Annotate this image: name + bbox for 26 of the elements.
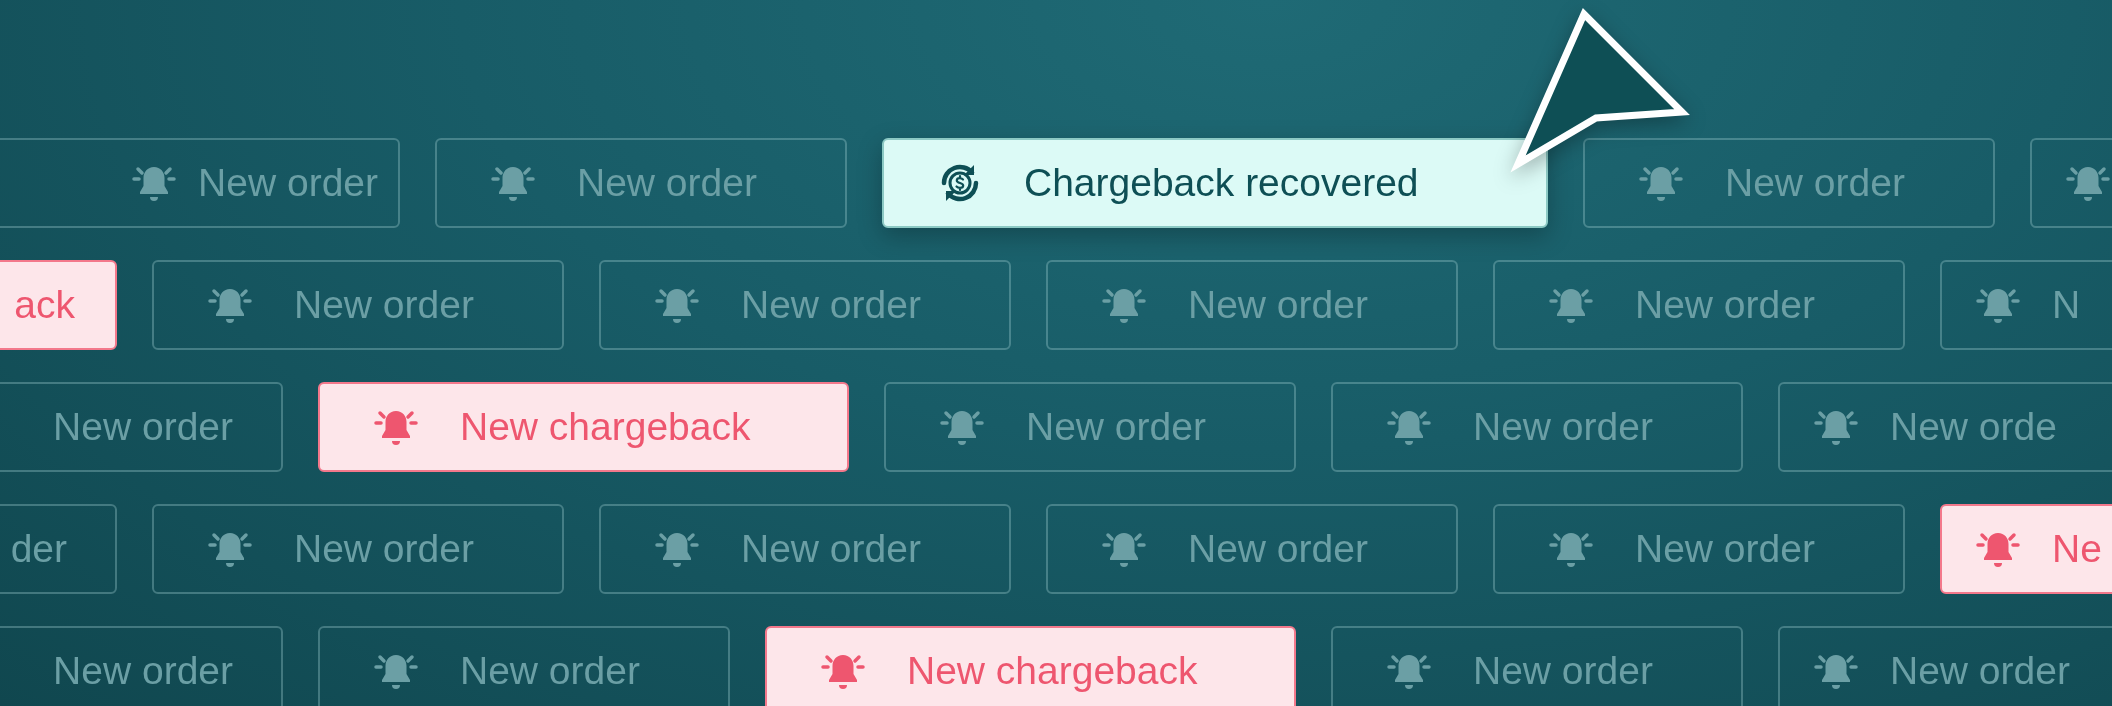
order-notification: New order — [599, 504, 1011, 594]
chargeback-notification: ack — [0, 260, 117, 350]
order-notification: New order — [599, 260, 1011, 350]
order-notification: New order — [435, 138, 847, 228]
order-notification: New order — [1778, 626, 2112, 706]
order-notification: der — [0, 504, 117, 594]
order-notification: New order — [1046, 260, 1458, 350]
order-notification: New order — [1046, 504, 1458, 594]
order-notification: New order — [152, 260, 564, 350]
order-notification: N — [1940, 260, 2112, 350]
chargeback-notification: New chargeback — [765, 626, 1296, 706]
chargeback-notification: New chargeback — [318, 382, 849, 472]
order-notification: New orde — [1778, 382, 2112, 472]
order-notification: New order — [1331, 382, 1743, 472]
order-notification: New order — [1331, 626, 1743, 706]
order-notification: New order — [1493, 260, 1905, 350]
order-notification: New order — [318, 626, 730, 706]
order-notification: New order — [1583, 138, 1995, 228]
order-notification: New order — [152, 504, 564, 594]
recovered-notification: Chargeback recovered — [882, 138, 1548, 228]
order-notification: New order — [1493, 504, 1905, 594]
order-notification: New order — [0, 626, 283, 706]
order-notification: New order — [0, 138, 400, 228]
order-notification: New order — [0, 382, 283, 472]
order-notification: New order — [884, 382, 1296, 472]
chargeback-notification: Ne — [1940, 504, 2112, 594]
